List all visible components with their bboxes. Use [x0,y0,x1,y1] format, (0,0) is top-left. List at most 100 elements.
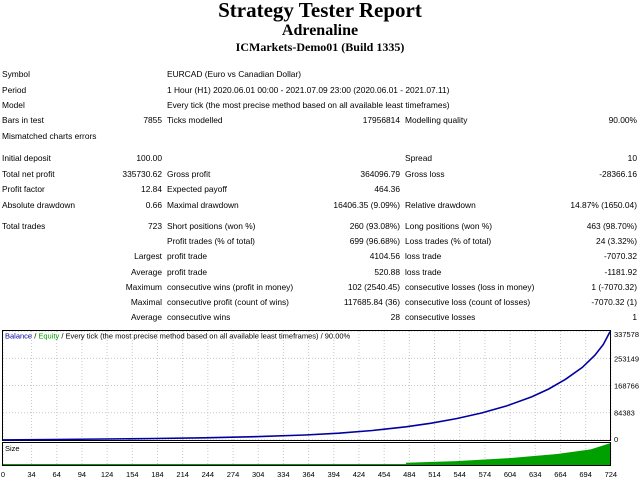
report-title: Strategy Tester Report [218,0,422,22]
x-tick-label: 0 [1,470,5,479]
stat-label: consecutive loss (count of losses) [405,297,531,307]
x-tick-label: 364 [302,470,315,479]
stat-label: Maximal drawdown [167,199,239,210]
stat-value: -28366.16 [599,168,637,179]
stat-qualifier: Largest [134,251,162,262]
mismatched-label: Mismatched charts errors [2,131,97,141]
stat-value: 0.66 [145,199,162,210]
balance-chart: 337578 253149 168766 84383 0 0 34 64 94 124 154 18… [0,328,640,480]
stat-label: profit trade [167,266,208,277]
stat-value: 10 [627,153,637,163]
period-label: Period [2,85,27,95]
stat-label: Relative drawdown [405,199,476,210]
x-tick-label: 214 [176,470,189,479]
volume-label: Size [5,444,20,453]
stat-label: loss trade [405,251,442,262]
stat-label: consecutive profit (count of wins) [167,297,289,307]
x-tick-label: 184 [151,470,164,479]
stat-value: 464.36 [374,184,400,194]
y-tick-label: 0 [614,435,618,444]
stat-value: 24 (3.32%) [596,236,637,247]
stat-value: 335730.62 [122,168,162,179]
balance-chart-svg: 337578 253149 168766 84383 0 0 34 64 94 124 154 18… [0,328,640,480]
quality-value: 90.00% [608,115,637,125]
stat-label: Short positions (won %) [167,221,256,231]
y-tick-label: 337578 [614,330,639,339]
x-tick-label: 394 [328,470,341,479]
x-tick-label: 244 [202,470,215,479]
stat-value: 102 (2540.45) [347,281,400,292]
x-tick-label: 334 [277,470,290,479]
stat-label: Spread [405,153,433,163]
x-tick-label: 454 [378,470,391,479]
stat-value: 260 (93.08%) [349,221,400,231]
stat-value: 16406.35 (9.09%) [333,199,400,210]
y-tick-label: 253149 [614,354,639,363]
quality-label: Modelling quality [405,115,468,125]
stat-label: consecutive wins (profit in money) [167,281,294,292]
server-build: ICMarkets-Demo01 (Build 1335) [235,40,405,54]
stat-qualifier: Maximal [130,297,162,307]
stat-label: consecutive wins [167,312,231,323]
stat-value: 364096.79 [360,168,400,179]
period-value: 1 Hour (H1) 2020.06.01 00:00 - 2021.07.0… [167,85,450,95]
stat-label: consecutive losses [405,312,476,323]
x-tick-label: 544 [453,470,466,479]
stat-qualifier: Maximum [125,281,162,292]
stat-label: Initial deposit [2,153,51,163]
symbol-label: Symbol [2,69,30,79]
x-tick-label: 724 [605,470,618,479]
x-tick-label: 274 [227,470,240,479]
stat-label: Total trades [2,221,46,231]
stat-label: Long positions (won %) [405,221,493,231]
stat-value: -7070.32 [603,251,637,262]
x-tick-label: 424 [353,470,366,479]
stat-value: 699 (96.68%) [349,236,400,247]
x-tick-label: 94 [78,470,86,479]
stat-label: Gross profit [167,168,211,179]
x-tick-label: 664 [554,470,567,479]
stat-value: 4104.56 [369,251,400,262]
stat-value: 14.87% (1650.04) [570,199,637,210]
stat-value: 1 (-7070.32) [591,281,637,292]
stat-value: 117685.84 (36) [343,297,400,307]
x-tick-label: 514 [428,470,441,479]
model-label: Model [2,100,25,110]
stat-label: profit trade [167,251,208,262]
symbol-value: EURCAD (Euro vs Canadian Dollar) [167,69,302,79]
stat-label: loss trade [405,266,442,277]
bars-label: Bars in test [2,115,44,125]
stat-value: -1181.92 [604,266,637,277]
stat-label: Total net profit [2,168,55,179]
x-tick-label: 634 [529,470,542,479]
stat-value: 28 [390,312,400,323]
stat-value: 463 (98.70%) [586,221,637,231]
stat-value: 1 [632,312,637,323]
stat-value: -7070.32 (1) [591,297,637,307]
y-tick-label: 168766 [614,382,639,391]
bars-value: 7855 [143,115,162,125]
legend-balance: Balance [5,332,32,341]
stat-label: Loss trades (% of total) [405,236,492,247]
model-value: Every tick (the most precise method base… [167,100,450,110]
stat-label: consecutive losses (loss in money) [405,281,535,292]
x-tick-label: 574 [479,470,492,479]
x-tick-label: 604 [504,470,517,479]
chart-legend: Balance / Equity / Every tick (the most … [5,332,351,341]
stat-qualifier: Average [130,266,162,277]
stat-label: Profit trades (% of total) [167,236,255,247]
x-tick-label: 304 [252,470,265,479]
legend-rest: / Every tick (the most precise method ba… [59,332,350,341]
x-tick-label: 34 [27,470,35,479]
stat-value: 520.88 [374,266,400,277]
stat-label: Absolute drawdown [2,199,76,210]
legend-equity: Equity [38,332,59,341]
stat-value: 100.00 [136,153,162,163]
stat-label: Profit factor [2,184,45,194]
stat-label: Expected payoff [167,184,227,194]
x-tick-label: 124 [101,470,114,479]
x-tick-label: 154 [126,470,139,479]
ticks-label: Ticks modelled [167,115,223,125]
y-tick-label: 84383 [614,409,635,418]
stat-label: Gross loss [405,168,445,179]
